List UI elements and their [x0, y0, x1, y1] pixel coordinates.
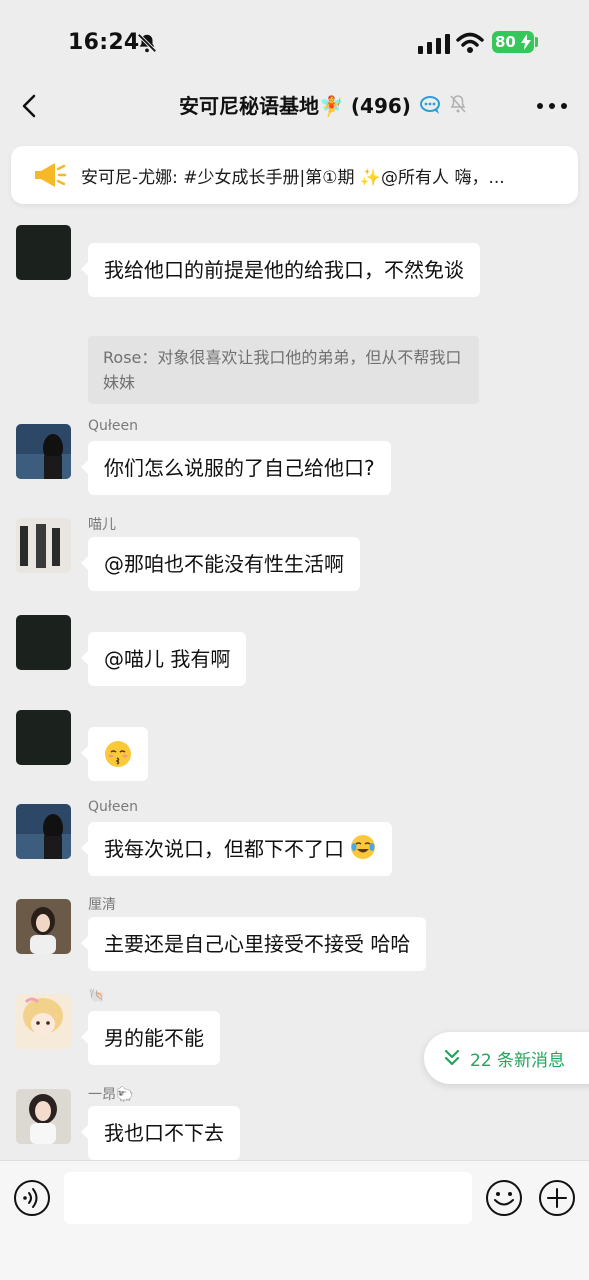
voice-icon[interactable] — [13, 1179, 51, 1217]
emoji-icon[interactable] — [485, 1179, 523, 1217]
message-text: 我每次说口，但都下不了口 — [104, 837, 344, 861]
message-input[interactable] — [64, 1172, 472, 1224]
message-text: 主要还是自己心里接受不接受 哈哈 — [104, 932, 411, 956]
status-bar: 16:24 80 — [0, 0, 589, 80]
charging-bolt-icon — [521, 34, 531, 50]
avatar[interactable] — [16, 1089, 71, 1144]
avatar[interactable] — [16, 899, 71, 954]
message-list[interactable]: 我给他口的前提是他的给我口，不然免谈 Rose：对象很喜欢让我口他的弟弟，但从不… — [0, 222, 589, 1162]
plus-icon[interactable] — [538, 1179, 576, 1217]
quote-text: Rose：对象很喜欢让我口他的弟弟，但从不帮我口妹妹 — [103, 348, 462, 392]
avatar[interactable] — [16, 804, 71, 859]
message-bubble[interactable]: 我给他口的前提是他的给我口，不然免谈 — [81, 243, 480, 297]
battery-tip — [535, 37, 538, 47]
battery-level: 80 — [495, 33, 516, 51]
sender-name: 厘清 — [88, 897, 116, 913]
megaphone-icon — [35, 163, 67, 187]
mute-bell-icon — [450, 95, 466, 113]
avatar[interactable] — [16, 710, 71, 765]
chevron-left-icon[interactable] — [16, 92, 44, 120]
quoted-message[interactable]: Rose：对象很喜欢让我口他的弟弟，但从不帮我口妹妹 — [88, 336, 479, 404]
message-bubble[interactable]: 主要还是自己心里接受不接受 哈哈 — [80, 917, 427, 971]
kissing-face-emoji-icon — [105, 741, 131, 767]
message-text: @喵儿 我有啊 — [104, 647, 231, 671]
sender-name: Qułeen — [88, 799, 138, 815]
input-bar — [0, 1160, 589, 1280]
avatar[interactable] — [16, 994, 71, 1049]
message-bubble[interactable]: 你们怎么说服的了自己给他口? — [81, 441, 391, 495]
chat-header: 安可尼秘语基地🧚 (496) — [0, 80, 589, 136]
bell-off-icon — [137, 33, 157, 53]
message-bubble[interactable]: 我每次说口，但都下不了口 — [80, 822, 393, 876]
message-bubble[interactable] — [81, 727, 148, 781]
pinned-text: 安可尼-尤娜: #少女成长手册|第①期 ✨@所有人 嗨，... — [81, 168, 505, 188]
message-bubble[interactable]: @那咱也不能没有性生活啊 — [81, 537, 360, 591]
message-bubble[interactable]: @喵儿 我有啊 — [80, 632, 247, 686]
chat-bubble-icon — [420, 96, 440, 114]
message-text: 我给他口的前提是他的给我口，不然免谈 — [104, 258, 464, 282]
sender-name: Qułeen — [88, 418, 138, 434]
message-text: 男的能不能 — [104, 1026, 204, 1050]
sender-name: 🐚 — [88, 988, 106, 1004]
title-status-icons — [420, 94, 468, 120]
crying-laughing-emoji-icon — [351, 835, 376, 859]
message-bubble[interactable]: 男的能不能 — [81, 1011, 220, 1065]
avatar[interactable] — [16, 615, 71, 670]
message-bubble[interactable]: 我也口不下去 — [81, 1106, 240, 1160]
battery-indicator: 80 — [492, 31, 534, 53]
avatar[interactable] — [16, 225, 71, 280]
pinned-announcement[interactable]: 安可尼-尤娜: #少女成长手册|第①期 ✨@所有人 嗨，... — [11, 146, 578, 204]
message-text: 你们怎么说服的了自己给他口? — [104, 456, 375, 480]
message-text: 我也口不下去 — [104, 1121, 224, 1145]
cellular-signal-icon — [418, 34, 450, 54]
chat-title[interactable]: 安可尼秘语基地🧚 (496) — [130, 90, 460, 119]
wifi-icon — [456, 32, 484, 53]
sender-name: 一昂🐑 — [88, 1087, 134, 1103]
message-text: @那咱也不能没有性生活啊 — [104, 552, 344, 576]
new-messages-button[interactable]: 22 条新消息 — [424, 1032, 589, 1084]
sender-name: 喵儿 — [88, 517, 116, 533]
more-icon[interactable] — [532, 98, 572, 114]
avatar[interactable] — [16, 424, 71, 479]
new-messages-label: 22 条新消息 — [470, 1051, 566, 1071]
status-time: 16:24 — [68, 30, 140, 55]
double-chevron-down-icon — [444, 1049, 460, 1066]
avatar[interactable] — [16, 518, 71, 573]
